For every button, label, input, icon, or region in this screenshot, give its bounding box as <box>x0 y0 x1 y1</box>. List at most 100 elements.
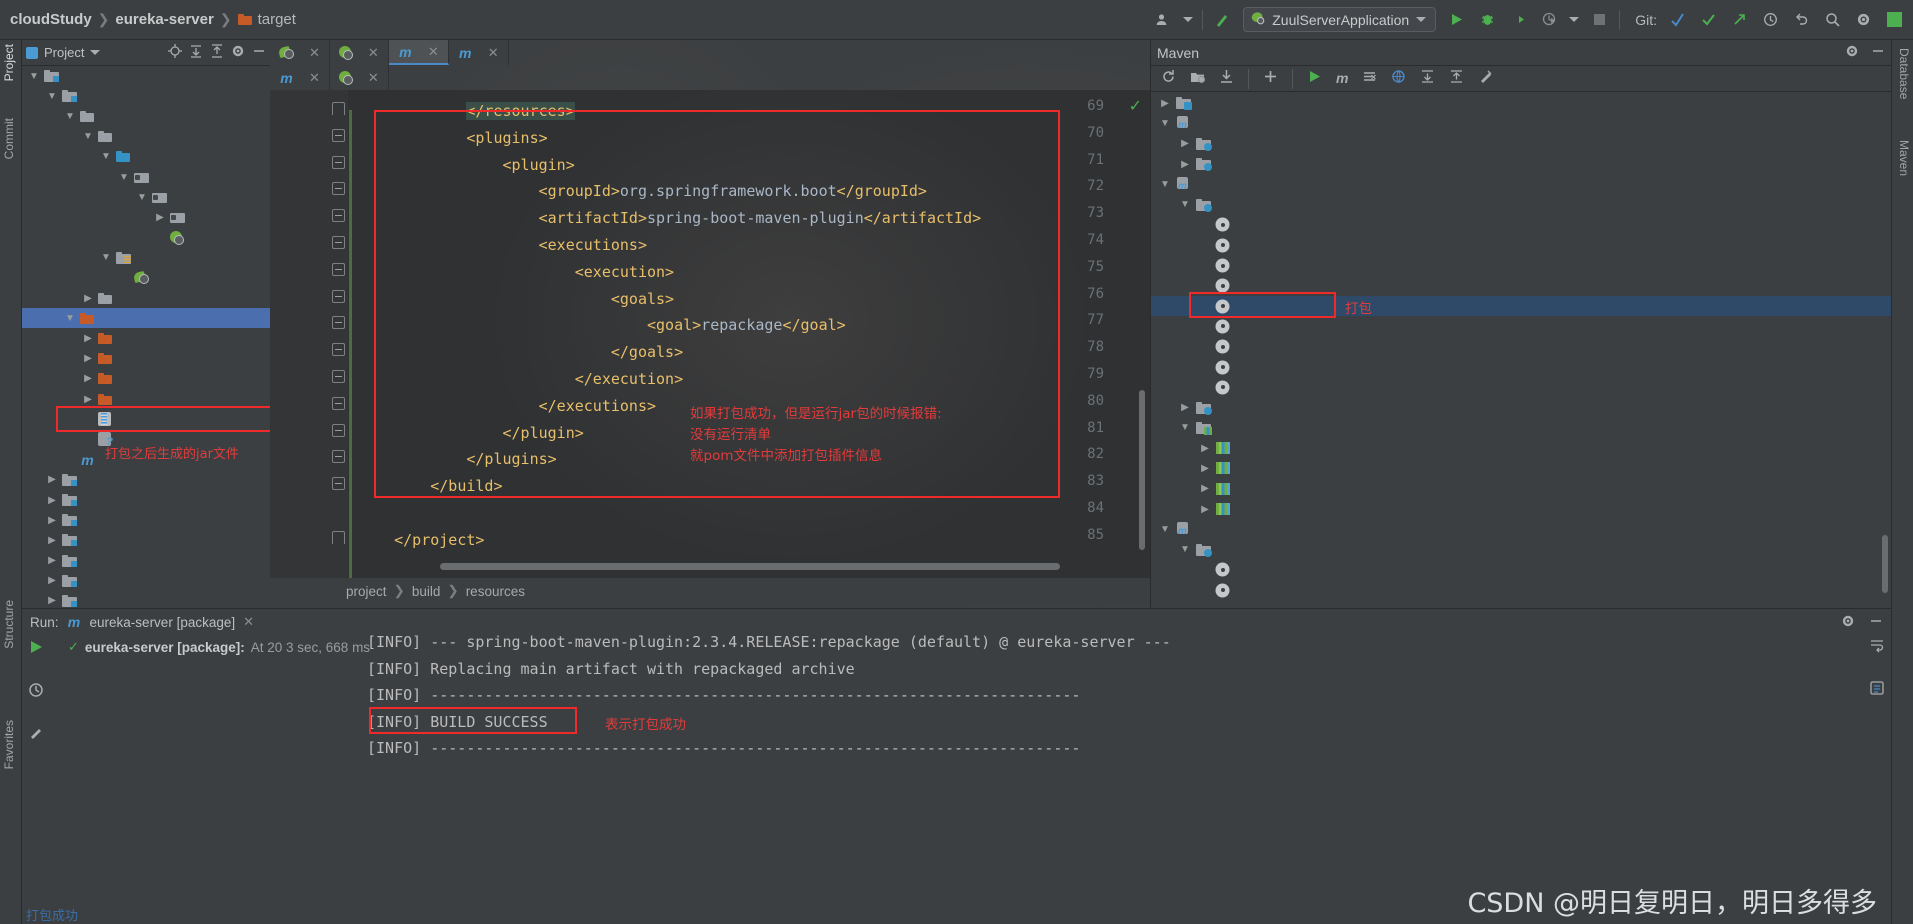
close-icon[interactable]: ✕ <box>368 45 379 61</box>
chevron-down-icon[interactable]: ▼ <box>1179 422 1191 433</box>
maven-hide-panel-icon[interactable] <box>1871 44 1885 61</box>
maven-tree-row[interactable]: ▼ <box>1151 540 1891 560</box>
project-tree-row[interactable]: ▶ <box>22 349 270 369</box>
chevron-down-icon[interactable] <box>90 50 101 55</box>
maven-vertical-scrollbar[interactable] <box>1882 535 1888 593</box>
run-tab-title[interactable]: eureka-server [package] <box>90 615 236 630</box>
close-icon[interactable]: ✕ <box>368 70 379 86</box>
avatar-dropdown-caret-icon[interactable] <box>1183 17 1194 22</box>
chevron-down-icon[interactable]: ▼ <box>118 172 130 183</box>
editor-tab[interactable]: m ✕ <box>388 40 449 65</box>
project-tree-row[interactable]: ▶ <box>22 551 270 571</box>
offline-mode-icon[interactable] <box>1391 69 1406 89</box>
maven-tree-row[interactable]: ▼ <box>1151 418 1891 438</box>
project-tree-row[interactable]: ▼ <box>22 127 270 147</box>
code-fold-marker[interactable] <box>332 477 345 491</box>
rail-item-commit[interactable]: Commit <box>2 118 16 159</box>
chevron-right-icon[interactable]: ▶ <box>46 595 58 606</box>
build-hammer-icon[interactable] <box>1212 9 1234 31</box>
project-tree-row[interactable]: ▶ <box>22 389 270 409</box>
chevron-right-icon[interactable]: ▶ <box>46 474 58 485</box>
profiler-icon[interactable] <box>1538 9 1560 31</box>
maven-tree-row[interactable]: ▶ <box>1151 438 1891 458</box>
code-fold-marker[interactable] <box>332 102 345 115</box>
run-icon[interactable] <box>1445 9 1467 31</box>
editor-tab[interactable]: ✕ <box>329 40 389 65</box>
editor-tab[interactable]: ✕ <box>329 65 389 90</box>
chevron-down-icon[interactable]: ▼ <box>136 192 148 203</box>
editor-tab[interactable]: m ✕ <box>270 65 330 90</box>
reload-icon[interactable] <box>1161 69 1176 89</box>
breadcrumb-module[interactable]: eureka-server <box>115 11 213 28</box>
maven-tree-row[interactable] <box>1151 580 1891 600</box>
toggle-tasks-icon[interactable] <box>28 725 44 746</box>
project-tree-row[interactable]: ▶ <box>22 591 270 608</box>
chevron-right-icon[interactable]: ▶ <box>82 394 94 405</box>
close-icon[interactable]: ✕ <box>488 45 499 61</box>
rail-item-favorites[interactable]: Favorites <box>2 720 16 769</box>
run-maven-goal-icon[interactable] <box>1307 69 1322 89</box>
chevron-down-icon[interactable]: ▼ <box>64 111 76 122</box>
maven-tree-row[interactable] <box>1151 316 1891 336</box>
maven-tree-row[interactable]: ▶ <box>1151 479 1891 499</box>
chevron-right-icon[interactable]: ▶ <box>82 293 94 304</box>
project-tree-row[interactable]: ▶ <box>22 571 270 591</box>
code-fold-marker[interactable] <box>332 450 345 464</box>
chevron-down-icon[interactable]: ▼ <box>1159 118 1171 129</box>
close-icon[interactable]: ✕ <box>309 70 320 86</box>
rail-item-database[interactable]: Database <box>1897 48 1911 99</box>
expand-all-icon[interactable] <box>1420 69 1435 89</box>
project-tree-row[interactable] <box>22 228 270 248</box>
execute-maven-goal-icon[interactable]: m <box>1336 70 1348 88</box>
add-goal-plus-icon[interactable] <box>1263 69 1278 89</box>
maven-tree-row[interactable] <box>1151 357 1891 377</box>
project-tree-row[interactable]: ▼ <box>22 147 270 167</box>
code-fold-marker[interactable] <box>332 370 345 383</box>
maven-tree-row[interactable]: ▶ <box>1151 458 1891 478</box>
run-with-coverage-icon[interactable] <box>1507 9 1529 31</box>
chevron-down-icon[interactable]: ▼ <box>1159 179 1171 190</box>
run-settings-gear-icon[interactable] <box>1841 614 1855 631</box>
rail-item-project[interactable]: Project <box>2 44 16 81</box>
maven-tree-row[interactable]: ▶ <box>1151 134 1891 154</box>
export-output-icon[interactable] <box>1869 680 1885 701</box>
maven-tree-row[interactable] <box>1151 560 1891 580</box>
add-maven-project-icon[interactable] <box>1190 69 1206 89</box>
project-tree-row[interactable]: ▼ <box>22 248 270 268</box>
code-fold-marker[interactable] <box>332 396 345 410</box>
code-fold-marker[interactable] <box>332 236 345 249</box>
download-sources-icon[interactable] <box>1219 69 1234 89</box>
debug-icon[interactable] <box>1476 9 1498 31</box>
chevron-right-icon[interactable]: ▶ <box>82 373 94 384</box>
chevron-right-icon[interactable]: ▶ <box>82 353 94 364</box>
project-tree-row[interactable]: ▼ <box>22 187 270 207</box>
maven-tree-row[interactable] <box>1151 337 1891 357</box>
chevron-down-icon[interactable]: ▼ <box>1179 544 1191 555</box>
project-tree-row[interactable]: ▶ <box>22 207 270 227</box>
editor-tab[interactable]: m ✕ <box>448 40 509 65</box>
maven-tree-row[interactable]: ▶ <box>1151 397 1891 417</box>
maven-tree-row[interactable]: ▶ <box>1151 154 1891 174</box>
code-fold-marker[interactable] <box>332 182 345 196</box>
chevron-right-icon[interactable]: ▶ <box>1199 483 1211 494</box>
run-configuration-selector[interactable]: ZuulServerApplication <box>1243 7 1437 32</box>
project-tree-row[interactable]: ▼ <box>22 308 270 329</box>
chevron-right-icon[interactable]: ▶ <box>46 535 58 546</box>
chevron-down-icon[interactable]: ▼ <box>82 131 94 142</box>
chevron-down-icon[interactable]: ▼ <box>100 151 112 162</box>
chevron-right-icon[interactable]: ▶ <box>1199 463 1211 474</box>
settings-gear-icon[interactable] <box>1852 9 1874 31</box>
expand-all-icon[interactable] <box>189 44 203 61</box>
breadcrumb-folder[interactable]: target <box>258 11 296 28</box>
project-tree-row[interactable]: ▶ <box>22 510 270 530</box>
close-icon[interactable]: ✕ <box>309 45 320 61</box>
project-tree-row[interactable] <box>22 409 270 429</box>
editor-tabs-row-1[interactable]: ✕ ✕ m ✕ m ✕ <box>270 40 1150 65</box>
chevron-right-icon[interactable]: ▶ <box>46 515 58 526</box>
project-tree-row[interactable] <box>22 268 270 288</box>
project-tree-row[interactable]: ▶ <box>22 369 270 389</box>
code-fold-marker[interactable] <box>332 316 345 330</box>
chevron-right-icon[interactable]: ▶ <box>46 575 58 586</box>
editor-tab[interactable]: ✕ <box>270 40 330 65</box>
code-fold-marker[interactable] <box>332 423 345 437</box>
